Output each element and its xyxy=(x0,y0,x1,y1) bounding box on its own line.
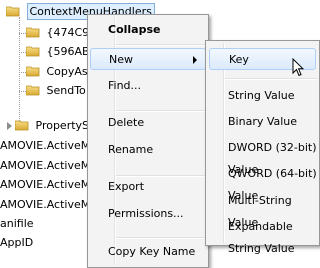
tree-item-label: anifile xyxy=(0,217,34,230)
menu-item-label: Delete xyxy=(108,116,145,129)
submenu-item-string-value[interactable]: String Value xyxy=(206,85,319,107)
submenu-item-multi-string-value[interactable]: Multi-String Value xyxy=(206,190,319,229)
folder-icon xyxy=(15,120,29,130)
tree-item-label: SendTo xyxy=(46,84,86,97)
tree-item-entry[interactable]: AppID xyxy=(0,234,33,251)
menu-item-label: Export xyxy=(108,180,145,193)
tree-item-child[interactable]: SendTo xyxy=(26,82,86,99)
menu-item-rename[interactable]: Rename xyxy=(88,139,208,161)
context-menu: Collapse New Find... Delete Rename Expor… xyxy=(87,14,209,268)
tree-line xyxy=(19,91,26,92)
menu-item-label: Key xyxy=(229,53,249,66)
folder-open-icon xyxy=(6,6,20,16)
menu-separator xyxy=(116,44,206,46)
folder-icon xyxy=(26,27,40,37)
menu-item-permissions[interactable]: Permissions... xyxy=(88,203,208,225)
submenu-item-binary-value[interactable]: Binary Value xyxy=(206,111,319,133)
tree-line xyxy=(19,52,26,53)
tree-item-entry[interactable]: anifile xyxy=(0,215,34,232)
expand-arrow-icon[interactable] xyxy=(7,122,12,130)
menu-item-new[interactable]: New xyxy=(90,48,206,70)
menu-item-collapse[interactable]: Collapse xyxy=(88,19,208,41)
menu-item-export[interactable]: Export xyxy=(88,176,208,198)
mouse-cursor-icon xyxy=(292,58,304,77)
folder-icon xyxy=(26,46,40,56)
menu-item-find[interactable]: Find... xyxy=(88,75,208,97)
menu-item-delete[interactable]: Delete xyxy=(88,112,208,134)
menu-item-label: Permissions... xyxy=(108,207,184,220)
submenu-arrow-icon xyxy=(193,56,197,64)
submenu-item-dword-value[interactable]: DWORD (32-bit) Value xyxy=(206,137,319,176)
menu-item-label: Binary Value xyxy=(228,115,298,128)
menu-item-label: Copy Key Name xyxy=(108,245,196,258)
menu-separator xyxy=(116,237,206,239)
tree-item-label: AppID xyxy=(0,236,34,249)
tree-line xyxy=(19,72,26,73)
tree-line xyxy=(19,33,26,34)
menu-item-label: New xyxy=(109,53,133,66)
menu-separator xyxy=(225,78,317,80)
folder-icon xyxy=(26,66,40,76)
menu-item-label: Find... xyxy=(108,79,142,92)
menu-item-label: Rename xyxy=(108,143,154,156)
menu-item-label: Expandable String Value xyxy=(228,220,295,255)
menu-item-label: String Value xyxy=(228,89,295,102)
menu-item-label: Collapse xyxy=(108,23,161,36)
menu-item-copy-key-name[interactable]: Copy Key Name xyxy=(88,241,208,263)
submenu-item-qword-value[interactable]: QWORD (64-bit) Value xyxy=(206,163,319,202)
submenu-item-expandable-string-value[interactable]: Expandable String Value xyxy=(206,216,319,255)
folder-icon xyxy=(26,85,40,95)
